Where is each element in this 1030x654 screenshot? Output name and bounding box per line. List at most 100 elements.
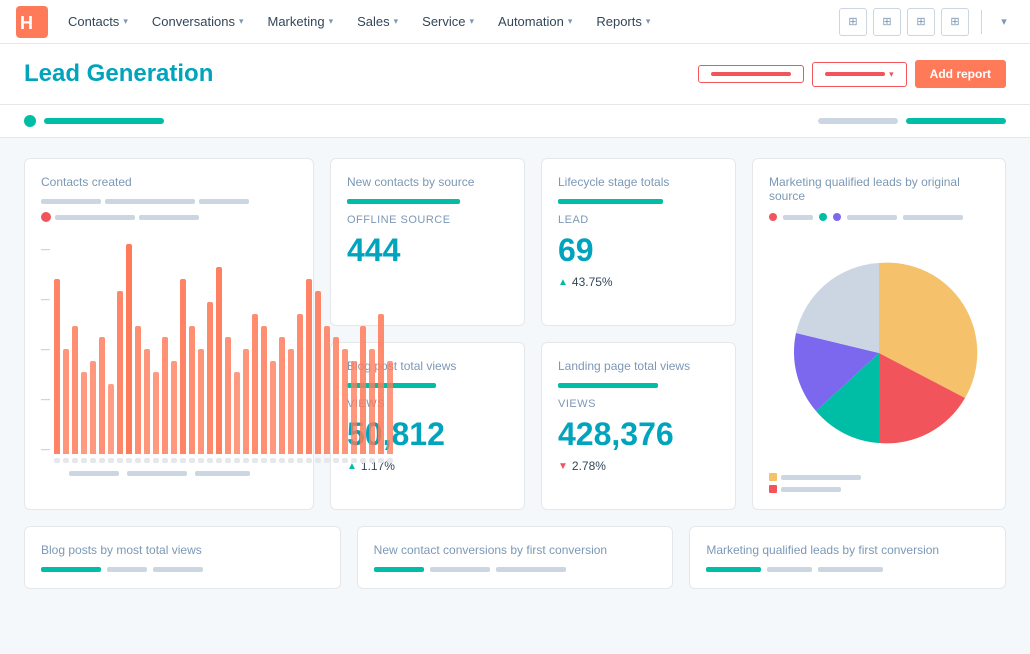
nav-icon-btn-2[interactable]: ⊞ [873,8,901,36]
pie-chart [769,243,989,463]
landing-views-subtitle: VIEWS [558,398,719,410]
chart-label-17 [207,458,213,463]
compare-button[interactable]: ▾ [812,62,907,87]
chart-x-labels [41,471,297,476]
nav-marketing[interactable]: Marketing ▾ [255,0,345,44]
pie-chart-wrap [769,233,989,473]
bar-chart-bar-26 [288,349,294,454]
filter-pill-1 [818,118,898,124]
page-header: Lead Generation ▾ Add report [0,44,1030,105]
bar-chart-bar-16 [198,349,204,454]
landing-arrow-down: ▼ [558,461,568,472]
chart-label-25 [279,458,285,463]
chart-label-11 [153,458,159,463]
lifecycle-arrow-up: ▲ [558,277,568,288]
bottom-card-grid: Blog posts by most total views New conta… [24,526,1006,589]
chart-label-1 [63,458,69,463]
bar-chart-bar-29 [315,291,321,454]
landing-views-change: ▼ 2.78% [558,459,719,473]
chart-label-28 [306,458,312,463]
chart-label-10 [144,458,150,463]
bar-chart-bar-6 [108,384,114,454]
chart-label-24 [270,458,276,463]
filter-bar [0,105,1030,138]
bar-chart-bar-7 [117,291,123,454]
bar-chart-bar-15 [189,326,195,454]
add-report-button[interactable]: Add report [915,60,1006,88]
chart-label-5 [99,458,105,463]
lifecycle-stage-card: Lifecycle stage totals LEAD 69 ▲ 43.75% [541,158,736,326]
bottom-card-2-title: New contact conversions by first convers… [374,543,657,557]
chart-label-14 [180,458,186,463]
bar-chart-bar-21 [243,349,249,454]
bottom-card-1-bars [41,567,324,572]
landing-views-card: Landing page total views VIEWS 428,376 ▼… [541,342,736,510]
legend-dot-red [769,213,777,221]
landing-views-bar [558,383,719,388]
nav-icon-btn-1[interactable]: ⊞ [839,8,867,36]
chart-label-27 [297,458,303,463]
chart-label-8 [126,458,132,463]
hubspot-logo[interactable]: H [16,6,48,38]
nav-icon-btn-3[interactable]: ⊞ [907,8,935,36]
lifecycle-bar [558,199,719,204]
contacts-created-card: Contacts created — — — — [24,158,314,510]
nav-icon-btn-4[interactable]: ⊞ [941,8,969,36]
bar-chart-bar-14 [180,279,186,454]
bar-chart-bar-34 [360,326,366,454]
pie-legend-item-2 [769,485,989,493]
filter-pill-2 [906,118,1006,124]
nav-automation[interactable]: Automation ▾ [486,0,584,44]
nav-service[interactable]: Service ▾ [410,0,486,44]
bar-chart-bar-27 [297,314,303,454]
automation-chevron: ▾ [568,16,573,27]
new-contacts-bar [347,199,508,204]
bar-chart-bar-2 [72,326,78,454]
chart-label-34 [360,458,366,463]
bar-chart-bar-37 [387,361,393,454]
chart-label-35 [369,458,375,463]
lifecycle-change: ▲ 43.75% [558,275,719,289]
bottom-card-2: New contact conversions by first convers… [357,526,674,589]
bar-chart-bar-13 [171,361,177,454]
filter-dot-red [41,212,51,222]
bar-chart-bar-31 [333,337,339,454]
bar-chart-bar-5 [99,337,105,454]
pie-legend-item-1 [769,473,989,481]
new-contacts-title: New contacts by source [347,175,508,189]
main-content: Contacts created — — — — [0,138,1030,609]
chart-label-9 [135,458,141,463]
nav-profile[interactable]: ▾ [994,12,1014,32]
bar-chart-bar-32 [342,349,348,454]
bar-chart-bar-28 [306,279,312,454]
nav-conversations[interactable]: Conversations ▾ [140,0,256,44]
nav-contacts[interactable]: Contacts ▾ [56,0,140,44]
top-card-grid: Contacts created — — — — [24,158,1006,510]
chart-label-15 [189,458,195,463]
bar-chart-bar-23 [261,326,267,454]
bar-chart-bar-0 [54,279,60,454]
chart-label-30 [324,458,330,463]
nav-reports[interactable]: Reports ▾ [584,0,662,44]
new-contacts-subtitle: OFFLINE SOURCE [347,214,508,226]
bar-chart-container: — — — — — [41,234,297,463]
chart-label-29 [315,458,321,463]
bar-chart-bar-35 [369,349,375,454]
chart-label-3 [81,458,87,463]
bar-chart-bar-9 [135,326,141,454]
landing-views-title: Landing page total views [558,359,719,373]
bar-chart-bar-36 [378,314,384,454]
date-range-button[interactable] [698,65,804,83]
chart-label-18 [216,458,222,463]
landing-views-value: 428,376 [558,416,719,453]
bar-chart-bar-20 [234,372,240,454]
bottom-card-3: Marketing qualified leads by first conve… [689,526,1006,589]
filter-right [818,118,1006,124]
reports-chevron: ▾ [646,16,651,27]
bottom-card-2-bars [374,567,657,572]
lifecycle-subtitle: LEAD [558,214,719,226]
chart-label-20 [234,458,240,463]
bar-chart-bar-17 [207,302,213,454]
nav-sales[interactable]: Sales ▾ [345,0,410,44]
contacts-created-title: Contacts created [41,175,297,189]
